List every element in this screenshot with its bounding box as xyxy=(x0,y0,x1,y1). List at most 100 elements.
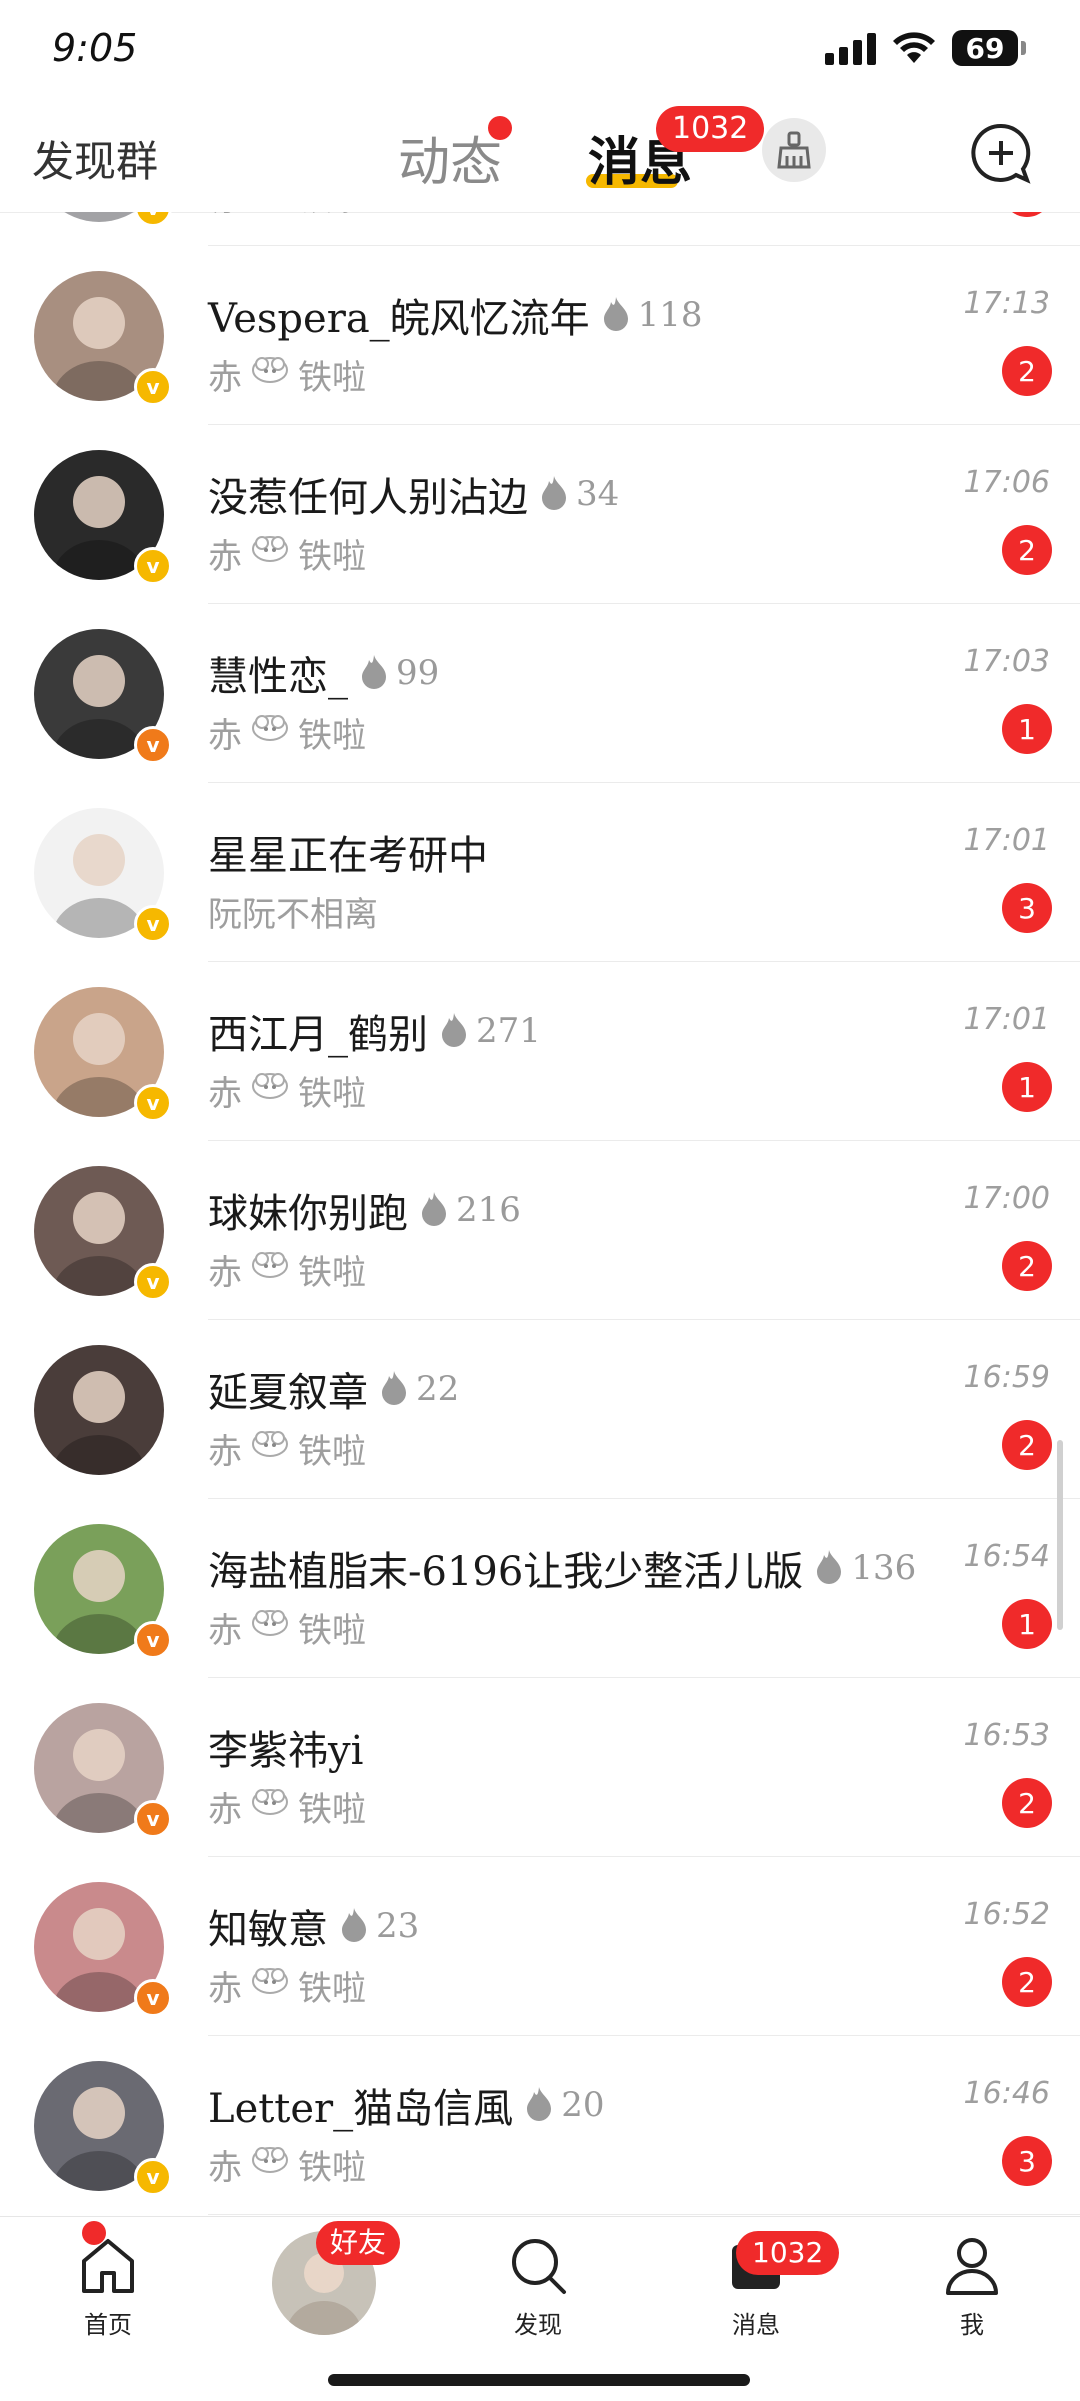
tab-dynamic[interactable]: 动态 xyxy=(398,120,502,195)
sheep-icon xyxy=(248,353,292,396)
unread-count-badge: 1 xyxy=(1002,1599,1052,1649)
broom-glyph xyxy=(777,131,811,169)
message-row[interactable]: 延夏叙章 22 赤 铁啦 16:59 2 xyxy=(0,1320,1080,1499)
search-icon xyxy=(512,2239,566,2294)
name-line: 延夏叙章 22 xyxy=(208,1360,459,1418)
name-line: 慧性恋_ 99 xyxy=(208,644,439,702)
message-preview-text: 赤 xyxy=(208,716,242,756)
message-row[interactable]: v Letter_猫岛信風 20 赤 铁啦 16:46 3 xyxy=(0,2036,1080,2215)
message-time: 17:03 xyxy=(963,644,1050,679)
home-indicator xyxy=(328,2374,750,2386)
contact-name: 球妹你别跑 xyxy=(208,1191,408,1237)
sheep-icon xyxy=(248,1248,292,1291)
message-row[interactable]: v 球妹你别跑 216 赤 铁啦 17:00 2 xyxy=(0,1141,1080,1320)
fire-icon xyxy=(538,474,570,514)
name-line: Letter_猫岛信風 20 xyxy=(208,2076,604,2134)
message-preview: 赤 铁啦 xyxy=(208,708,366,757)
message-time: 17:00 xyxy=(963,1181,1050,1216)
verified-badge-icon: v xyxy=(134,2158,172,2196)
fire-count: 118 xyxy=(637,295,703,335)
unread-count-badge: 2 xyxy=(1002,1420,1052,1470)
bottom-nav-me[interactable]: 我 xyxy=(902,2235,1042,2340)
message-row[interactable]: v 没惹任何人别沾边 34 赤 铁啦 17:06 2 xyxy=(0,425,1080,604)
messages-tab-badge: 1032 xyxy=(656,106,765,152)
message-preview-text: 赤 xyxy=(208,358,242,398)
sheep-icon xyxy=(248,2143,292,2186)
message-preview-text: 铁啦 xyxy=(298,1969,366,2009)
message-preview-text: 赤 xyxy=(208,212,242,220)
name-line: 球妹你别跑 216 xyxy=(208,1181,521,1239)
contact-name: 西江月_鹤别 xyxy=(208,1012,428,1058)
fire-icon xyxy=(600,295,632,335)
discover-group-link[interactable]: 发现群 xyxy=(32,128,158,189)
broom-icon[interactable] xyxy=(762,118,826,182)
message-preview-text: 铁啦 xyxy=(298,1432,366,1472)
dynamic-red-dot xyxy=(488,116,512,140)
fire-count: 216 xyxy=(456,1190,521,1230)
sheep-icon xyxy=(248,212,292,217)
name-line: 知敏意 23 xyxy=(208,1897,419,1955)
sheep-icon xyxy=(248,1427,292,1470)
unread-count-badge: 3 xyxy=(1002,883,1052,933)
message-preview: 赤 铁啦 xyxy=(208,2140,366,2189)
message-time: 17:06 xyxy=(963,465,1050,500)
signal-icon xyxy=(825,31,876,65)
bottom-nav-home[interactable]: 首页 xyxy=(38,2235,178,2340)
fire-icon xyxy=(378,1369,410,1409)
fire-count: 23 xyxy=(376,1906,420,1946)
fire-icon xyxy=(338,1906,370,1946)
message-preview-text: 赤 xyxy=(208,537,242,577)
message-preview-text: 铁啦 xyxy=(298,1253,366,1293)
fire-count: 34 xyxy=(576,474,620,514)
unread-count-badge: 1 xyxy=(1002,704,1052,754)
name-line: 海盐植脂末-6196让我少整活儿版 136 xyxy=(208,1539,916,1597)
unread-count-badge: 2 xyxy=(1002,525,1052,575)
contact-name: Vespera_皖风忆流年 xyxy=(208,296,590,342)
verified-badge-icon: v xyxy=(134,1084,172,1122)
message-preview-text: 赤 xyxy=(208,1969,242,2009)
message-time: 16:52 xyxy=(963,1897,1050,1932)
fire-icon xyxy=(813,1548,845,1588)
sheep-icon xyxy=(248,532,292,575)
message-preview-text: 铁啦 xyxy=(298,716,366,756)
message-row[interactable]: v Vespera_皖风忆流年 118 赤 铁啦 17:13 2 xyxy=(0,246,1080,425)
message-preview-text: 铁啦 xyxy=(298,2148,366,2188)
message-row[interactable]: v 李紫祎yi 赤 铁啦 16:53 2 xyxy=(0,1678,1080,1857)
unread-count-badge: 1 xyxy=(1002,212,1052,217)
new-chat-icon[interactable] xyxy=(970,122,1032,184)
message-row[interactable]: v 星星正在考研中 阮阮不相离 17:01 3 xyxy=(0,783,1080,962)
verified-badge-icon: v xyxy=(134,905,172,943)
message-preview: 赤 铁啦 xyxy=(208,212,366,220)
message-preview-text: 铁啦 xyxy=(298,1790,366,1830)
message-list[interactable]: v赤铁啦1vVespera_皖风忆流年118赤铁啦17:132v没惹任何人别沾边… xyxy=(0,212,1080,2216)
verified-badge-icon: v xyxy=(134,1800,172,1838)
message-preview-text: 赤 xyxy=(208,2148,242,2188)
bottom-nav-discover[interactable]: 发现 xyxy=(468,2235,608,2340)
contact-name: 星星正在考研中 xyxy=(208,833,488,879)
bottom-nav-discover-label: 发现 xyxy=(514,2311,562,2339)
bottom-nav-me-label: 我 xyxy=(960,2311,984,2339)
message-preview-text: 阮阮不相离 xyxy=(208,895,378,935)
message-time: 16:59 xyxy=(963,1360,1050,1395)
name-line: 星星正在考研中 xyxy=(208,823,488,881)
message-row[interactable]: v 海盐植脂末-6196让我少整活儿版 136 赤 铁啦 16:54 1 xyxy=(0,1499,1080,1678)
message-preview-text: 铁啦 xyxy=(298,1074,366,1114)
message-row[interactable]: v 慧性恋_ 99 赤 铁啦 17:03 1 xyxy=(0,604,1080,783)
home-icon xyxy=(82,2239,134,2293)
unread-count-badge: 3 xyxy=(1002,2136,1052,2186)
message-preview: 赤 铁啦 xyxy=(208,1066,366,1115)
sheep-icon xyxy=(248,1785,292,1828)
message-row[interactable]: v 西江月_鹤别 271 赤 铁啦 17:01 1 xyxy=(0,962,1080,1141)
message-preview-text: 赤 xyxy=(208,1611,242,1651)
fire-icon xyxy=(418,1190,450,1230)
message-preview: 赤 铁啦 xyxy=(208,1245,366,1294)
message-row[interactable]: v 赤 铁啦 1 xyxy=(0,212,1080,246)
bottom-nav-home-label: 首页 xyxy=(84,2311,132,2339)
message-row[interactable]: v 知敏意 23 赤 铁啦 16:52 2 xyxy=(0,1857,1080,2036)
message-time: 17:01 xyxy=(963,1002,1050,1037)
sheep-icon xyxy=(248,1069,292,1112)
fire-icon xyxy=(438,1011,470,1051)
avatar[interactable] xyxy=(34,1345,164,1475)
scrollbar[interactable] xyxy=(1057,1440,1063,1630)
status-bar: 9:05 69 xyxy=(0,0,1080,100)
